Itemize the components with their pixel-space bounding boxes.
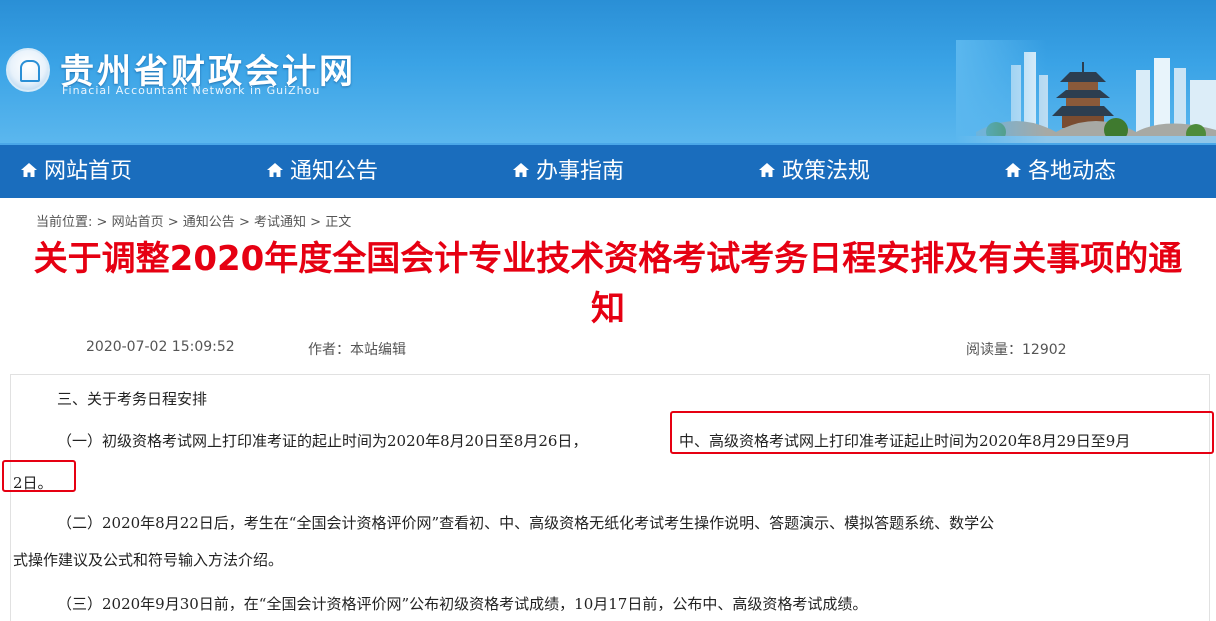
- breadcrumb-separator: >: [238, 215, 250, 230]
- breadcrumb-link-notices[interactable]: 通知公告: [183, 215, 235, 230]
- nav-label: 办事指南: [536, 159, 625, 184]
- home-icon: [1005, 163, 1021, 177]
- nav-item-notices[interactable]: 通知公告: [266, 145, 378, 200]
- article-views: 阅读量：12902: [966, 342, 1067, 358]
- highlight-box-end-date: [2, 460, 76, 492]
- breadcrumb-separator: >: [96, 215, 108, 230]
- home-icon: [267, 163, 283, 177]
- home-icon: [513, 163, 529, 177]
- breadcrumb: 当前位置: > 网站首页 > 通知公告 > 考试通知 > 正文: [36, 211, 351, 230]
- nav-label: 政策法规: [782, 159, 871, 184]
- highlight-box-date-range: [670, 411, 1214, 454]
- paragraph-3: （三）2020年9月30日前，在“全国会计资格评价网”公布初级资格考试成绩，10…: [57, 595, 868, 613]
- section-heading: 三、关于考务日程安排: [57, 390, 208, 408]
- breadcrumb-link-exam-notices[interactable]: 考试通知: [254, 215, 306, 230]
- site-banner: 贵州省财政会计网 Finacial Accountant Network in …: [0, 0, 1216, 143]
- article-author: 作者：本站编辑: [308, 342, 406, 358]
- article-title-line1: 关于调整2020年度全国会计专业技术资格考试考务日程安排及有关事项的通: [33, 239, 1183, 279]
- nav-item-policy[interactable]: 政策法规: [758, 145, 870, 200]
- site-logo-icon[interactable]: [6, 48, 50, 92]
- home-icon: [759, 163, 775, 177]
- paragraph-2-line-2: 式操作建议及公式和符号输入方法介绍。: [13, 551, 284, 569]
- paragraph-2-line-1: （二）2020年8月22日后，考生在“全国会计资格评价网”查看初、中、高级资格无…: [57, 514, 995, 532]
- nav-item-regional[interactable]: 各地动态: [1004, 145, 1116, 200]
- nav-item-guide[interactable]: 办事指南: [512, 145, 624, 200]
- article-title: 关于调整2020年度全国会计专业技术资格考试考务日程安排及有关事项的通 知: [20, 234, 1196, 334]
- nav-label: 网站首页: [44, 159, 133, 184]
- site-subtitle: Finacial Accountant Network in GuiZhou: [62, 84, 321, 97]
- breadcrumb-separator: >: [310, 215, 322, 230]
- breadcrumb-prefix: 当前位置:: [36, 215, 93, 230]
- breadcrumb-separator: >: [167, 215, 179, 230]
- nav-label: 各地动态: [1028, 159, 1117, 184]
- city-skyline-illustration: [956, 40, 1216, 143]
- home-icon: [21, 163, 37, 177]
- nav-label: 通知公告: [290, 159, 379, 184]
- breadcrumb-link-home[interactable]: 网站首页: [112, 215, 164, 230]
- nav-item-home[interactable]: 网站首页: [20, 145, 132, 200]
- paragraph-1-part-a: （一）初级资格考试网上打印准考证的起止时间为2020年8月20日至8月26日，: [57, 432, 588, 450]
- article-title-line2: 知: [591, 289, 625, 329]
- breadcrumb-current: 正文: [325, 215, 352, 230]
- article-date: 2020-07-02 15:09:52: [86, 339, 235, 355]
- main-nav: 网站首页 通知公告 办事指南 政策法规 各地动态: [0, 143, 1216, 198]
